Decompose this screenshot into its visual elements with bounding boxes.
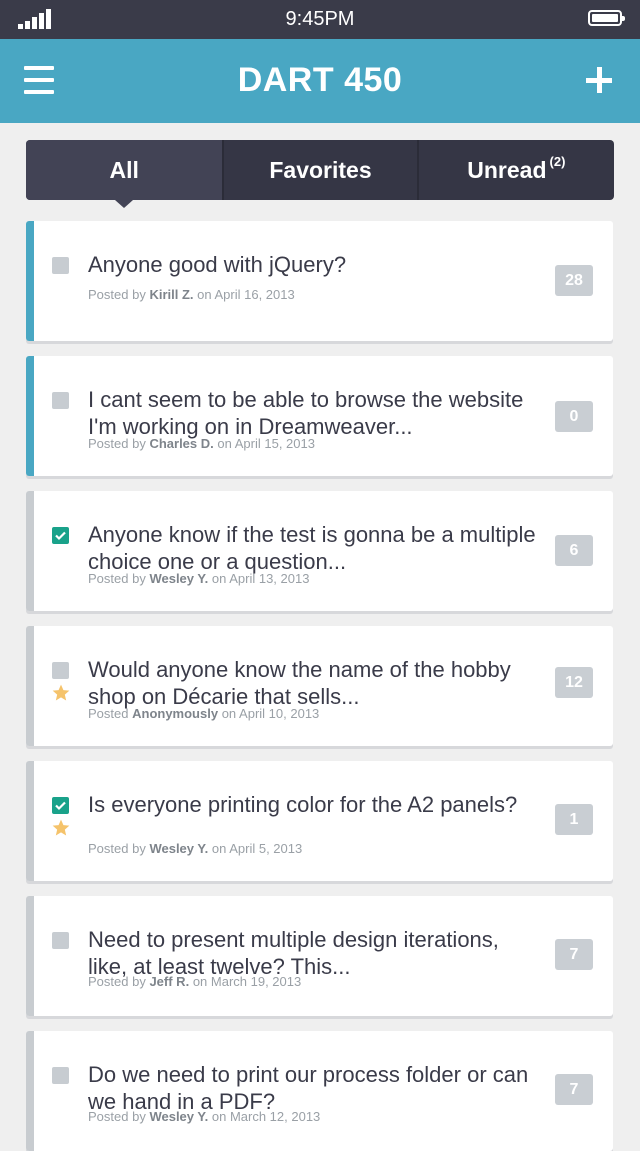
post-meta-prefix: Posted <box>88 706 129 721</box>
list-item[interactable]: Do we need to print our process folder o… <box>26 1031 613 1151</box>
reply-count-badge: 0 <box>555 401 593 432</box>
page-title: DART 450 <box>237 61 403 99</box>
post-author: Kirill Z. <box>149 287 194 302</box>
post-title: Do we need to print our process folder o… <box>88 1062 529 1114</box>
tab-unread[interactable]: Unread (2) <box>416 140 614 200</box>
checkbox-icon[interactable] <box>52 257 69 274</box>
checkbox-icon[interactable] <box>52 662 69 679</box>
app-header: DART 450 <box>0 39 640 123</box>
list-item[interactable]: Need to present multiple design iteratio… <box>26 896 613 1016</box>
star-icon[interactable] <box>51 818 71 838</box>
post-title: Would anyone know the name of the hobby … <box>88 657 511 709</box>
tab-unread-label: Unread <box>467 157 547 183</box>
list-item[interactable]: Would anyone know the name of the hobby … <box>26 626 613 746</box>
post-title: Anyone good with jQuery? <box>88 252 347 277</box>
reply-count-badge: 6 <box>555 535 593 566</box>
unread-indicator <box>26 761 34 881</box>
reply-count-badge: 7 <box>555 939 593 970</box>
post-title: I cant seem to be able to browse the web… <box>88 387 524 439</box>
star-icon[interactable] <box>51 683 71 703</box>
reply-count-badge: 7 <box>555 1074 593 1105</box>
status-bar: 9:45PM <box>0 0 640 39</box>
post-author: Charles D. <box>149 436 214 451</box>
checkbox-icon[interactable] <box>52 932 69 949</box>
unread-indicator <box>26 356 34 476</box>
post-meta-prefix: Posted by <box>88 436 146 451</box>
post-date: on April 13, 2013 <box>211 571 310 586</box>
battery-icon <box>588 10 625 26</box>
post-author: Wesley Y. <box>149 1109 209 1124</box>
post-date: on March 19, 2013 <box>192 974 302 989</box>
unread-indicator <box>26 626 34 746</box>
post-meta-prefix: Posted by <box>88 287 146 302</box>
post-meta: Posted by Kirill Z. on April 16, 2013 <box>88 287 295 302</box>
post-meta-prefix: Posted by <box>88 571 146 586</box>
reply-count-badge: 1 <box>555 804 593 835</box>
post-author: Anonymously <box>132 706 219 721</box>
tab-all-label: All <box>109 157 139 183</box>
checkbox-icon[interactable] <box>52 797 69 814</box>
tab-all[interactable]: All <box>26 140 223 208</box>
checkbox-icon[interactable] <box>52 527 69 544</box>
post-date: on April 16, 2013 <box>197 287 295 302</box>
list-item[interactable]: Is everyone printing color for the A2 pa… <box>26 761 613 881</box>
post-title: Anyone know if the test is gonna be a mu… <box>88 522 536 574</box>
post-meta-prefix: Posted by <box>88 974 146 989</box>
post-author: Jeff R. <box>149 974 190 989</box>
post-date: on April 10, 2013 <box>221 706 320 721</box>
tab-favorites[interactable]: Favorites <box>222 140 416 200</box>
unread-indicator <box>26 221 34 341</box>
unread-indicator <box>26 896 34 1016</box>
checkbox-icon[interactable] <box>52 1067 69 1084</box>
unread-indicator <box>26 1031 34 1151</box>
tab-favorites-label: Favorites <box>269 157 372 183</box>
post-author: Wesley Y. <box>149 841 209 856</box>
unread-indicator <box>26 491 34 611</box>
post-meta: Posted by Jeff R. on March 19, 2013 <box>88 974 301 989</box>
list-item[interactable]: Anyone good with jQuery? Posted by Kirill… <box>26 221 613 341</box>
post-title: Is everyone printing color for the A2 pa… <box>88 792 518 817</box>
unread-count-badge: (2) <box>549 154 566 169</box>
post-meta-prefix: Posted by <box>88 841 146 856</box>
post-meta: Posted by Charles D. on April 15, 2013 <box>88 436 315 451</box>
reply-count-badge: 28 <box>555 265 593 296</box>
post-author: Wesley Y. <box>149 571 209 586</box>
reply-count-badge: 12 <box>555 667 593 698</box>
post-meta-prefix: Posted by <box>88 1109 146 1124</box>
status-time: 9:45PM <box>285 8 355 30</box>
list-item[interactable]: I cant seem to be able to browse the web… <box>26 356 613 476</box>
post-meta: Posted by Wesley Y. on April 5, 2013 <box>88 841 302 856</box>
checkbox-icon[interactable] <box>52 392 69 409</box>
post-date: on April 15, 2013 <box>217 436 315 451</box>
add-icon[interactable] <box>586 67 612 93</box>
post-meta: Posted Anonymously on April 10, 2013 <box>88 706 319 721</box>
post-title: Need to present multiple design iteratio… <box>88 927 499 979</box>
post-date: on March 12, 2013 <box>211 1109 321 1124</box>
post-meta: Posted by Wesley Y. on March 12, 2013 <box>88 1109 320 1124</box>
tab-bar: All Favorites Unread (2) <box>26 140 614 208</box>
list-item[interactable]: Anyone know if the test is gonna be a mu… <box>26 491 613 611</box>
post-date: on April 5, 2013 <box>211 841 303 856</box>
post-meta: Posted by Wesley Y. on April 13, 2013 <box>88 571 309 586</box>
